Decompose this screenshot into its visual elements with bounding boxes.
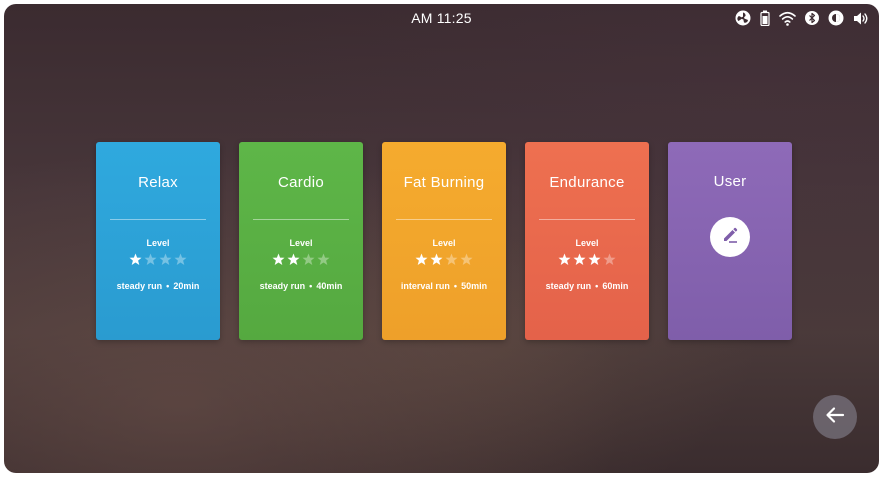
star-filled-icon bbox=[129, 253, 142, 265]
star-empty-icon bbox=[317, 253, 330, 265]
star-filled-icon bbox=[415, 253, 428, 265]
volume-icon bbox=[853, 11, 869, 26]
card-detail: interval run • 50min bbox=[382, 281, 506, 291]
card-level-label: Level bbox=[432, 238, 456, 248]
wifi-icon bbox=[779, 11, 796, 26]
workout-card-fat-burning[interactable]: Fat Burning Level interval run • 50min bbox=[382, 142, 506, 340]
card-title: Relax bbox=[138, 174, 178, 191]
screen: AM 11:25 Relax Level steady run • 20min … bbox=[4, 4, 879, 473]
star-empty-icon bbox=[174, 253, 187, 265]
separator-dot: • bbox=[166, 281, 170, 291]
card-divider bbox=[539, 219, 635, 220]
workout-card-endurance[interactable]: Endurance Level steady run • 60min bbox=[525, 142, 649, 340]
star-empty-icon bbox=[460, 253, 473, 265]
star-empty-icon bbox=[159, 253, 172, 265]
run-type: steady run bbox=[545, 281, 592, 291]
card-divider bbox=[110, 219, 206, 220]
card-level-label: Level bbox=[289, 238, 313, 248]
workout-cards: Relax Level steady run • 20min Cardio Leve… bbox=[96, 142, 792, 340]
star-empty-icon bbox=[445, 253, 458, 265]
card-divider bbox=[396, 219, 492, 220]
card-divider bbox=[253, 219, 349, 220]
level-stars bbox=[382, 253, 506, 266]
star-filled-icon bbox=[272, 253, 285, 265]
star-filled-icon bbox=[573, 253, 586, 265]
run-type: steady run bbox=[259, 281, 306, 291]
star-filled-icon bbox=[287, 253, 300, 265]
star-empty-icon bbox=[302, 253, 315, 265]
run-type: steady run bbox=[116, 281, 163, 291]
run-type: interval run bbox=[400, 281, 450, 291]
duration: 20min bbox=[173, 281, 200, 291]
level-stars bbox=[96, 253, 220, 266]
card-level-label: Level bbox=[575, 238, 599, 248]
workout-card-cardio[interactable]: Cardio Level steady run • 40min bbox=[239, 142, 363, 340]
fan-icon bbox=[735, 10, 751, 26]
star-empty-icon bbox=[144, 253, 157, 265]
arrow-left-icon bbox=[824, 404, 846, 431]
separator-dot: • bbox=[309, 281, 313, 291]
level-stars bbox=[525, 253, 649, 266]
star-filled-icon bbox=[430, 253, 443, 265]
card-title: Endurance bbox=[549, 174, 625, 191]
card-detail: steady run • 60min bbox=[525, 281, 649, 291]
user-card[interactable]: User bbox=[668, 142, 792, 340]
bluetooth-icon bbox=[805, 10, 819, 26]
level-stars bbox=[239, 253, 363, 266]
star-filled-icon bbox=[588, 253, 601, 265]
brightness-icon bbox=[828, 10, 844, 26]
card-detail: steady run • 40min bbox=[239, 281, 363, 291]
edit-user-button[interactable] bbox=[710, 217, 750, 257]
card-title: User bbox=[713, 173, 747, 190]
back-button[interactable] bbox=[813, 395, 857, 439]
workout-card-relax[interactable]: Relax Level steady run • 20min bbox=[96, 142, 220, 340]
separator-dot: • bbox=[453, 281, 458, 291]
status-icons bbox=[735, 8, 869, 28]
star-filled-icon bbox=[558, 253, 571, 265]
duration: 40min bbox=[316, 281, 343, 291]
card-detail: steady run • 20min bbox=[96, 281, 220, 291]
card-title: Fat Burning bbox=[403, 174, 485, 191]
card-level-label: Level bbox=[146, 238, 170, 248]
pencil-icon bbox=[720, 225, 740, 250]
duration: 60min bbox=[602, 281, 629, 291]
star-empty-icon bbox=[603, 253, 616, 265]
duration: 50min bbox=[461, 281, 488, 291]
separator-dot: • bbox=[595, 281, 599, 291]
battery-icon bbox=[760, 10, 770, 26]
card-title: Cardio bbox=[278, 174, 324, 191]
